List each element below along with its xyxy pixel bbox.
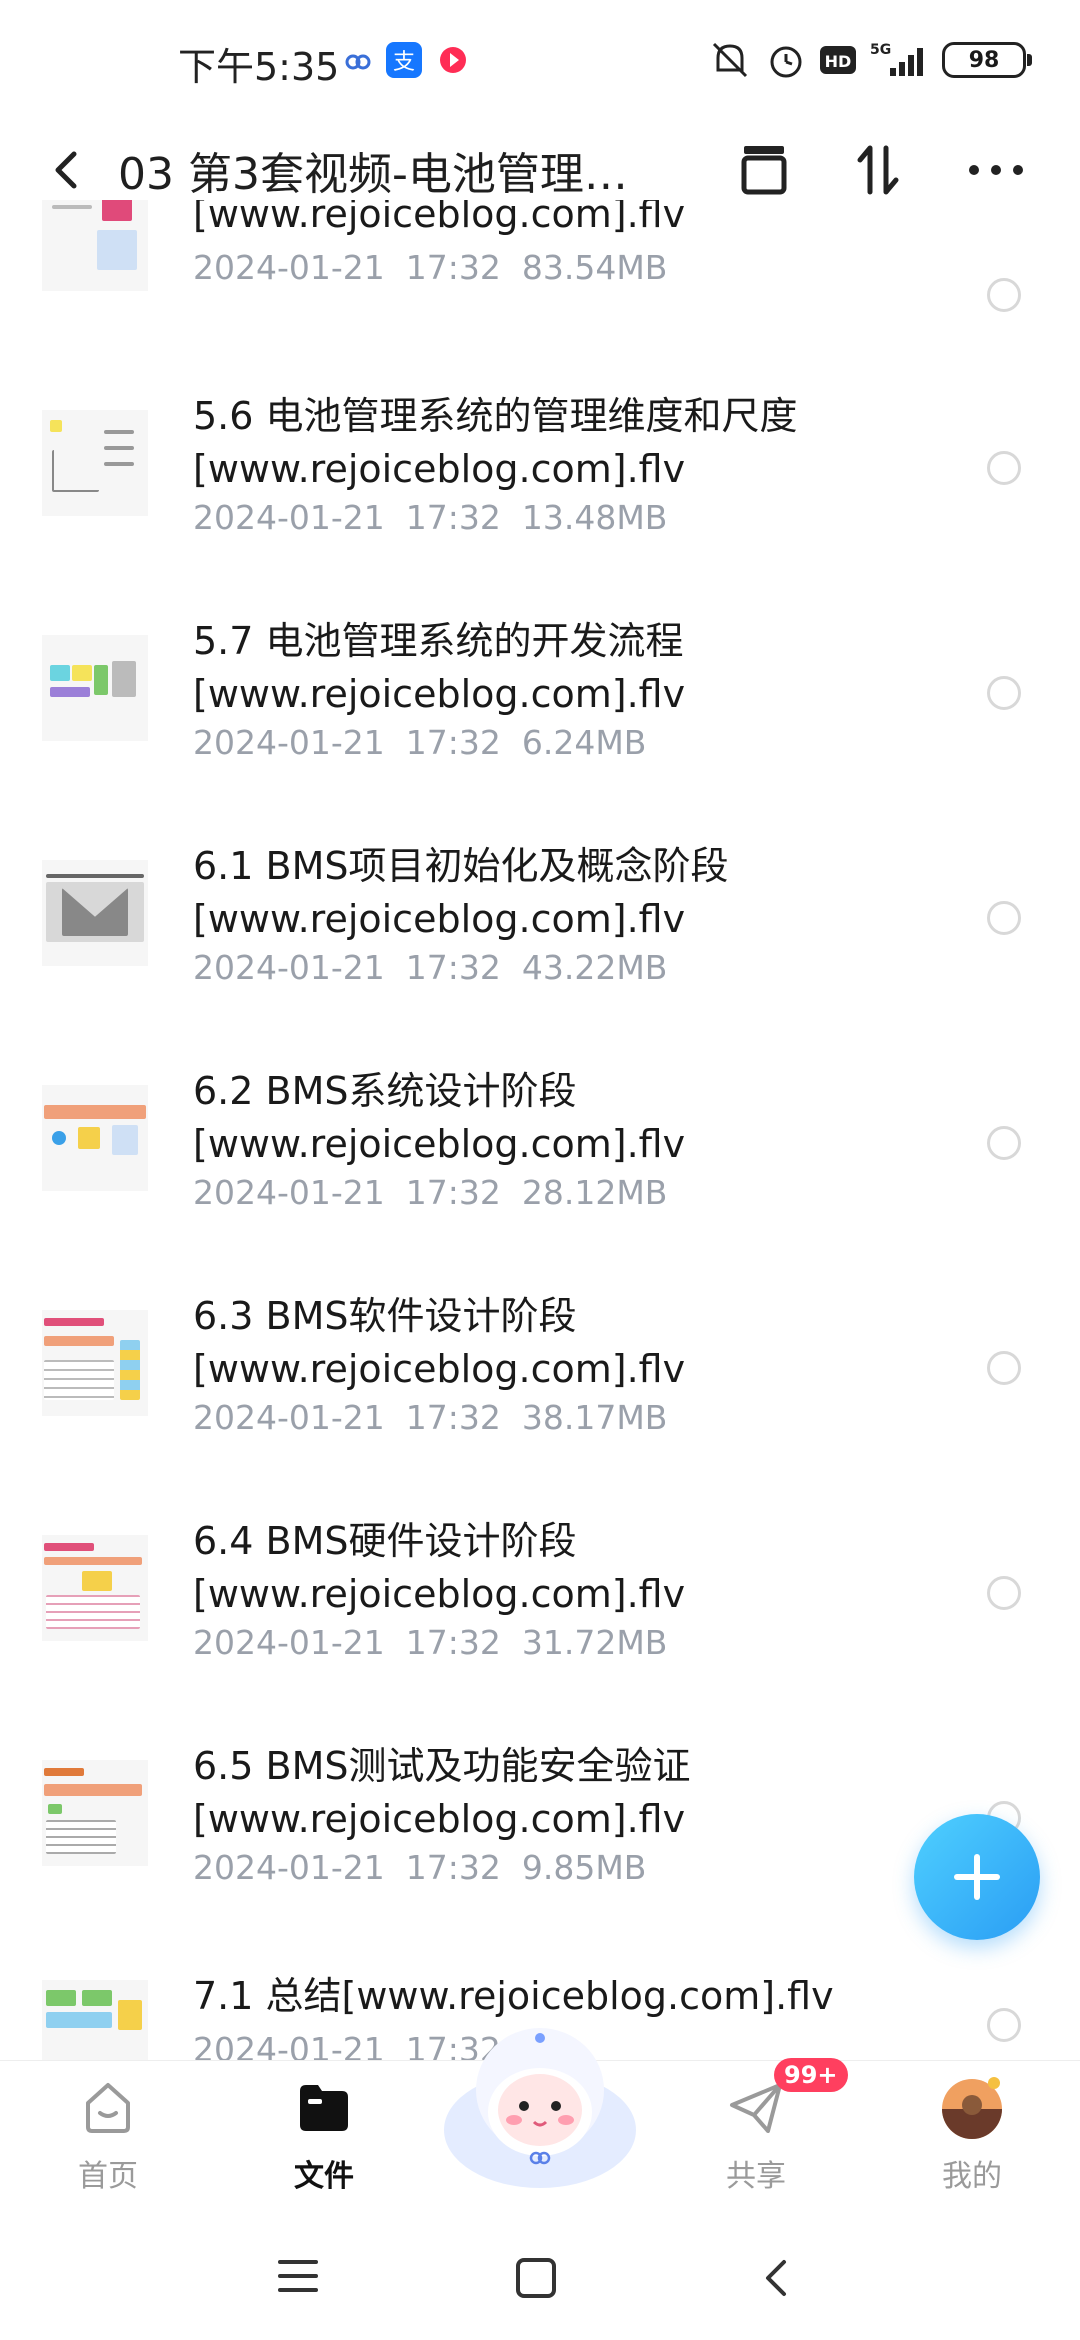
archive-icon[interactable] xyxy=(728,134,800,206)
folder-icon xyxy=(300,2085,348,2131)
file-name: 6.3 BMS软件设计阶段 [www.rejoiceblog.com].flv xyxy=(193,1294,686,1391)
share-badge: 99+ xyxy=(774,2058,848,2092)
nav-share-label: 共享 xyxy=(726,2159,786,2194)
file-row[interactable]: 5.6 电池管理系统的管理维度和尺度 [www.rejoiceblog.com]… xyxy=(0,355,1080,580)
file-name: 6.4 BMS硬件设计阶段 [www.rejoiceblog.com].flv xyxy=(193,1519,686,1616)
select-radio[interactable] xyxy=(987,676,1021,710)
file-name: 5.6 电池管理系统的管理维度和尺度 [www.rejoiceblog.com]… xyxy=(193,394,798,491)
signal-icon: 5G xyxy=(870,42,923,76)
file-thumbnail xyxy=(42,1760,148,1866)
nav-files[interactable]: 文件 xyxy=(244,2061,404,2221)
file-meta: 2024-01-21 17:32 6.24MB xyxy=(193,723,647,762)
file-thumbnail xyxy=(42,1310,148,1416)
nav-me-label: 我的 xyxy=(942,2159,1002,2194)
nav-files-label: 文件 xyxy=(294,2159,354,2194)
sort-icon[interactable] xyxy=(842,134,914,206)
select-radio[interactable] xyxy=(987,451,1021,485)
home-nav-icon[interactable] xyxy=(514,2256,558,2300)
file-name: 6.1 BMS项目初始化及概念阶段 [www.rejoiceblog.com].… xyxy=(193,844,729,941)
battery-indicator: 98 xyxy=(942,42,1032,78)
video-app-icon xyxy=(440,47,466,73)
file-meta: 2024-01-21 17:32 9.85MB xyxy=(193,1848,647,1887)
hd-icon: HD xyxy=(820,46,856,74)
file-thumbnail xyxy=(42,1085,148,1191)
select-radio[interactable] xyxy=(987,1576,1021,1610)
status-time: 下午5:35 xyxy=(178,45,340,89)
system-nav-bar xyxy=(0,2220,1080,2340)
file-name: [www.rejoiceblog.com].flv xyxy=(193,200,686,236)
svg-text:支: 支 xyxy=(393,50,415,75)
file-name: 6.5 BMS测试及功能安全验证 [www.rejoiceblog.com].f… xyxy=(193,1744,691,1841)
mascot-icon[interactable] xyxy=(440,2000,640,2190)
cloud-app-icon xyxy=(345,54,371,70)
file-thumbnail xyxy=(42,1535,148,1641)
add-fab-button[interactable] xyxy=(914,1814,1040,1940)
file-list: [www.rejoiceblog.com].flv 2024-01-21 17:… xyxy=(0,200,1080,2060)
status-right: HD 5G 98 xyxy=(708,40,1032,80)
status-bar: 下午5:35 支 HD 5G 98 xyxy=(0,0,1080,120)
avatar-icon xyxy=(942,2077,1002,2139)
file-meta: 2024-01-21 17:32 43.22MB xyxy=(193,948,668,987)
select-radio[interactable] xyxy=(987,1351,1021,1385)
file-thumbnail xyxy=(42,1980,148,2060)
select-radio[interactable] xyxy=(987,278,1021,312)
file-meta: 2024-01-21 17:32 83.54MB xyxy=(193,248,668,287)
file-thumbnail xyxy=(42,410,148,516)
nav-home-label: 首页 xyxy=(78,2159,138,2194)
file-name: 6.2 BMS系统设计阶段 [www.rejoiceblog.com].flv xyxy=(193,1069,686,1166)
file-meta: 2024-01-21 17:32 31.72MB xyxy=(193,1623,668,1662)
select-radio[interactable] xyxy=(987,901,1021,935)
file-row[interactable]: 6.2 BMS系统设计阶段 [www.rejoiceblog.com].flv … xyxy=(0,1030,1080,1255)
file-thumbnail xyxy=(42,635,148,741)
svg-text:5G: 5G xyxy=(870,42,891,58)
file-row[interactable]: 6.4 BMS硬件设计阶段 [www.rejoiceblog.com].flv … xyxy=(0,1480,1080,1705)
file-row[interactable]: 5.7 电池管理系统的开发流程 [www.rejoiceblog.com].fl… xyxy=(0,580,1080,805)
file-thumbnail xyxy=(42,200,148,291)
file-row[interactable]: 6.3 BMS软件设计阶段 [www.rejoiceblog.com].flv … xyxy=(0,1255,1080,1480)
file-meta: 2024-01-21 17:32 28.12MB xyxy=(193,1173,668,1212)
file-meta: 2024-01-21 17:32 13.48MB xyxy=(193,498,668,537)
alarm-icon xyxy=(770,46,802,78)
select-radio[interactable] xyxy=(987,2008,1021,2042)
nav-home[interactable]: 首页 xyxy=(28,2061,188,2221)
back-nav-icon[interactable] xyxy=(756,2256,796,2300)
page-title: 03 第3套视频-电池管理… xyxy=(118,149,628,200)
file-name: 5.7 电池管理系统的开发流程 [www.rejoiceblog.com].fl… xyxy=(193,619,686,716)
menu-icon[interactable] xyxy=(276,2256,320,2296)
back-icon[interactable] xyxy=(44,142,88,198)
nav-me[interactable]: 我的 xyxy=(892,2061,1052,2221)
file-row[interactable]: 6.1 BMS项目初始化及概念阶段 [www.rejoiceblog.com].… xyxy=(0,805,1080,1030)
alipay-icon: 支 xyxy=(386,42,422,78)
home-icon xyxy=(86,2083,130,2133)
more-icon[interactable] xyxy=(960,134,1032,206)
select-radio[interactable] xyxy=(987,1126,1021,1160)
file-thumbnail xyxy=(42,860,148,966)
mute-icon xyxy=(712,42,748,78)
file-meta: 2024-01-21 17:32 38.17MB xyxy=(193,1398,668,1437)
file-row[interactable]: [www.rejoiceblog.com].flv 2024-01-21 17:… xyxy=(0,200,1080,355)
svg-text:HD: HD xyxy=(825,52,852,71)
